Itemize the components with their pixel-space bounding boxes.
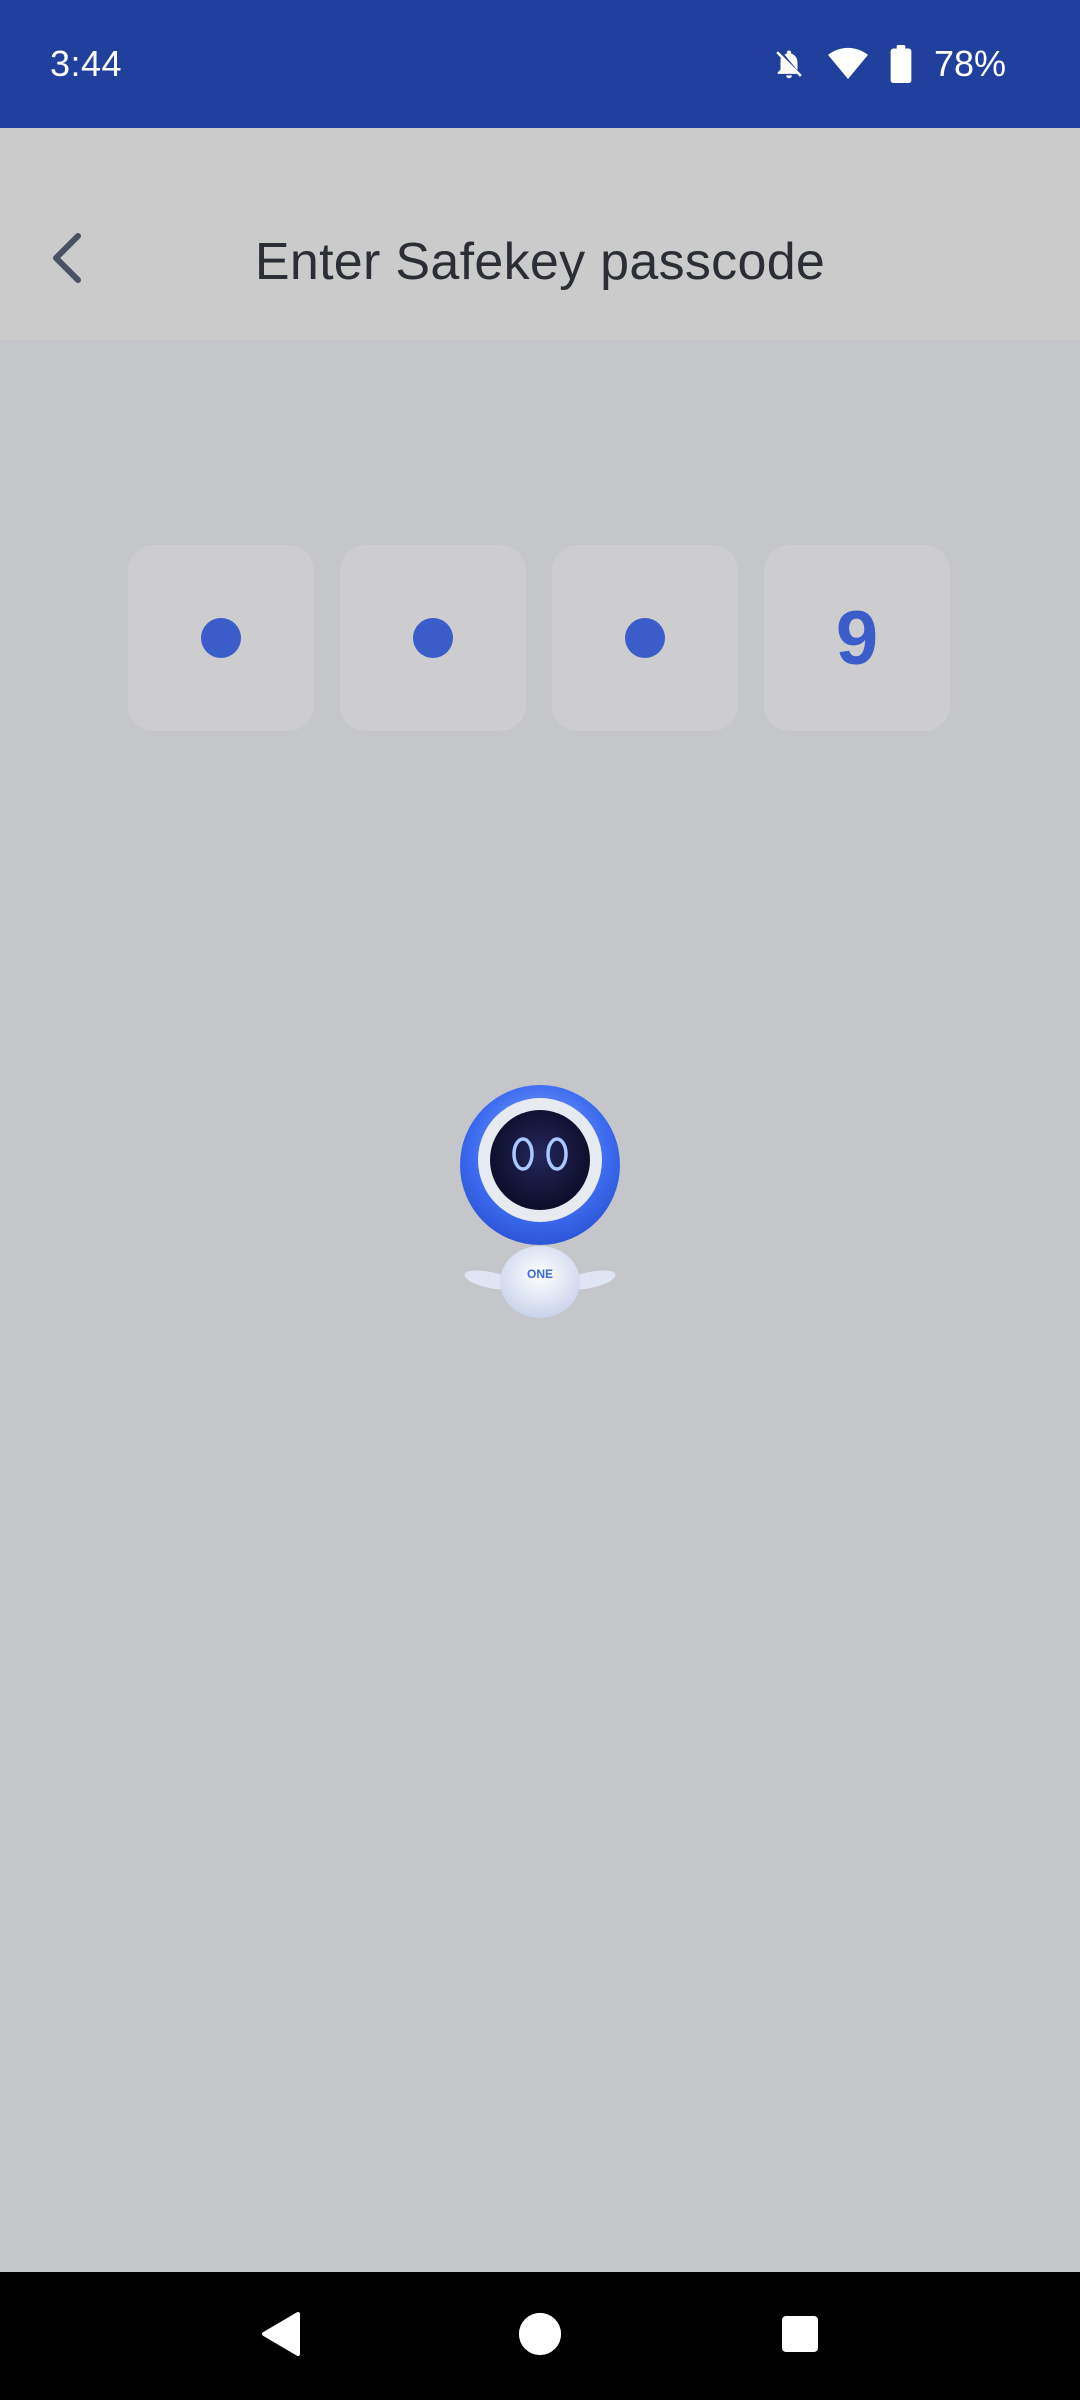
recents-square-icon [780, 2314, 820, 2359]
passcode-last-digit: 9 [835, 595, 879, 681]
passcode-box-4: 9 [764, 545, 950, 731]
passcode-box-1 [128, 545, 314, 731]
passcode-box-3 [552, 545, 738, 731]
notifications-off-icon [772, 46, 806, 82]
nav-back-button[interactable] [250, 2306, 310, 2366]
robot-mascot-loader: ONE [455, 1082, 625, 1322]
passcode-box-2 [340, 545, 526, 731]
back-triangle-icon [258, 2310, 302, 2363]
mascot-badge-text: ONE [527, 1267, 553, 1281]
app-bar: Enter Safekey passcode [0, 128, 1080, 340]
status-icons: 78% [772, 43, 1006, 85]
page-title: Enter Safekey passcode [254, 233, 826, 291]
status-bar: 3:44 78% [0, 0, 1080, 128]
nav-recents-button[interactable] [770, 2306, 830, 2366]
nav-home-button[interactable] [510, 2306, 570, 2366]
passcode-dot [201, 618, 241, 658]
wifi-icon [827, 47, 868, 81]
status-time: 3:44 [50, 43, 123, 84]
passcode-dot [413, 618, 453, 658]
home-circle-icon [517, 2311, 563, 2362]
battery-icon [890, 45, 912, 83]
system-nav-bar [0, 2272, 1080, 2400]
passcode-dot [625, 618, 665, 658]
battery-percent: 78% [933, 43, 1006, 84]
passcode-input[interactable]: 9 [128, 545, 950, 731]
